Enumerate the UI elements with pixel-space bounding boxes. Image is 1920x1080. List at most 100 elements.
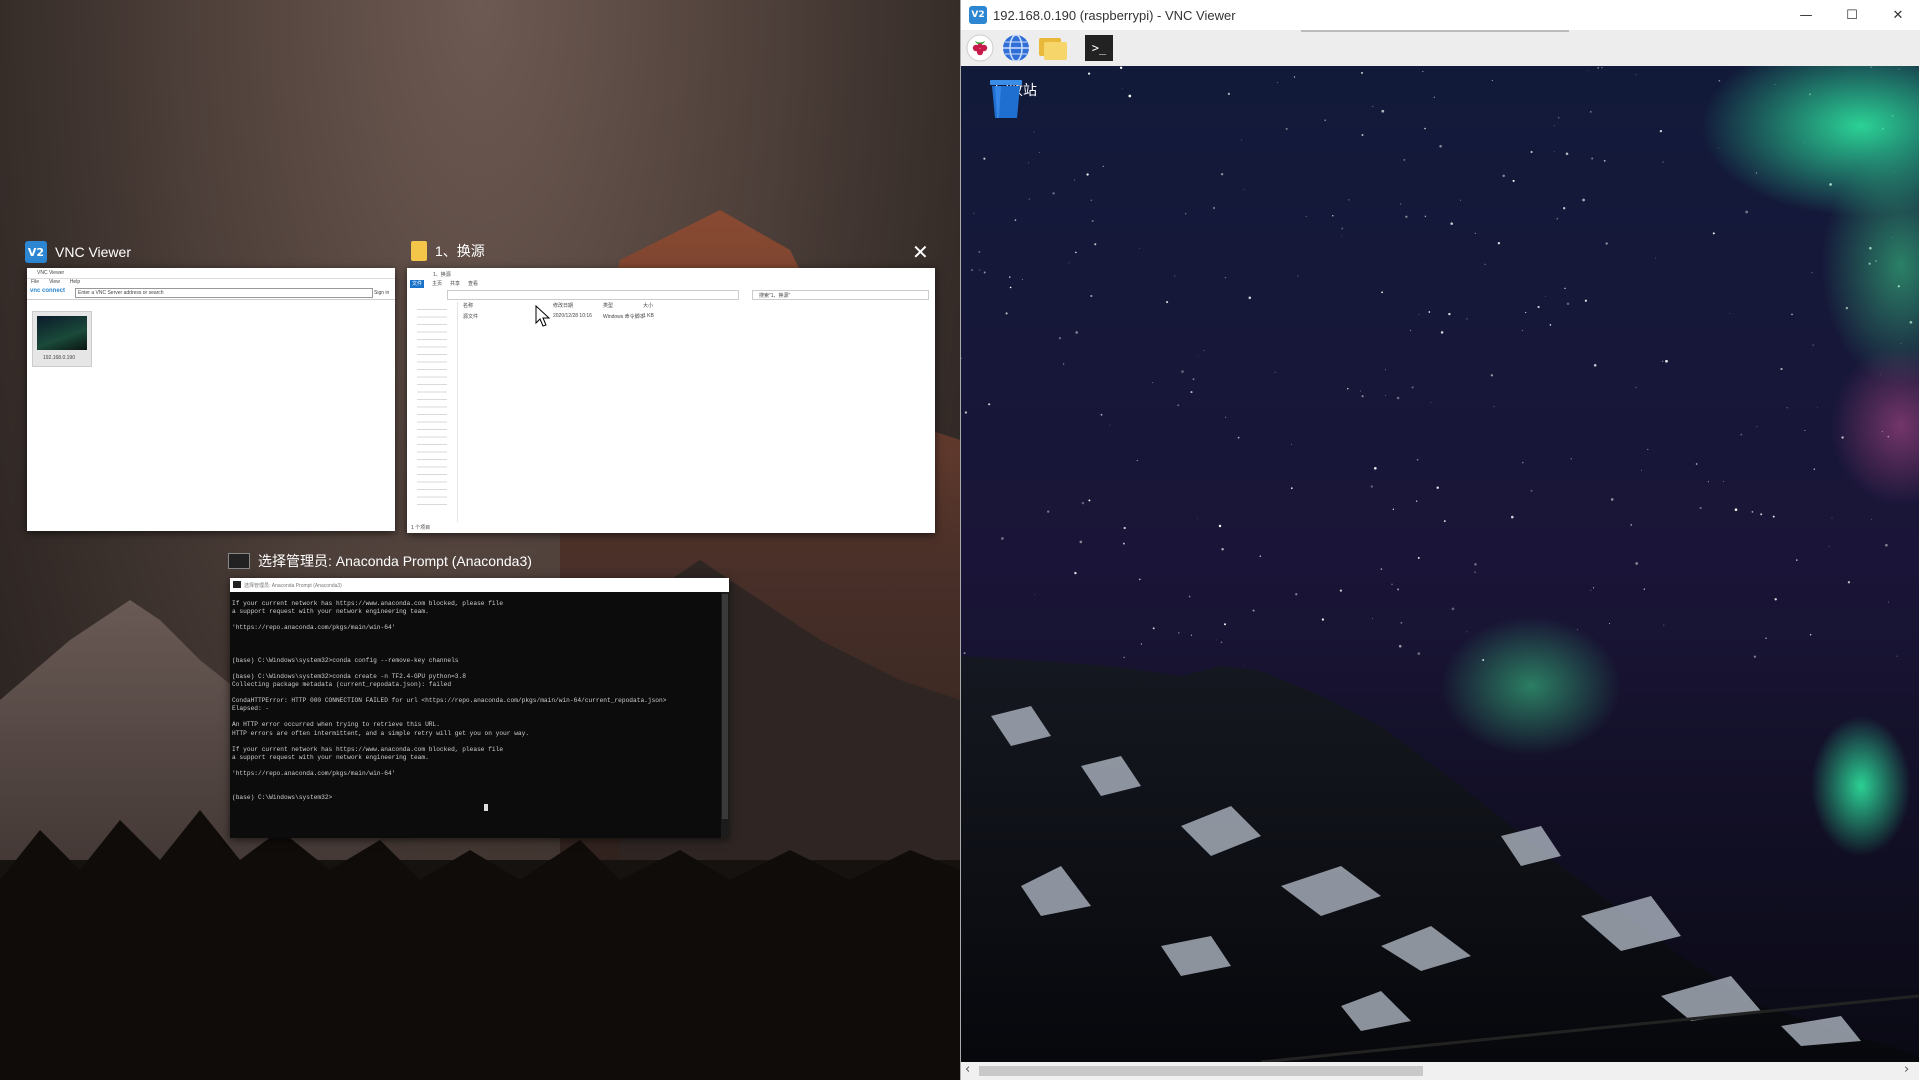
search-placeholder: Enter a VNC Server address or search <box>78 290 164 296</box>
sign-in-button: Sign in <box>374 290 390 296</box>
navigation-pane <box>407 302 458 522</box>
vnc-search-input: Enter a VNC Server address or search <box>75 288 373 298</box>
terminal-line: Elapsed: - <box>232 705 270 713</box>
file-date: 2020/12/28 10:16 <box>553 313 592 319</box>
terminal-icon[interactable]: >_ <box>1085 35 1113 61</box>
folder-icon <box>411 241 427 261</box>
desktop-item-trash[interactable]: 回收站 <box>987 78 1045 118</box>
tab-file: 文件 <box>410 280 425 288</box>
mouse-cursor-icon <box>535 305 551 327</box>
mini-titlebar: 1、换源 <box>407 268 935 280</box>
file-type: Windows 命令脚本 <box>603 314 645 320</box>
snap-title-vnc-viewer[interactable]: V2 VNC Viewer <box>25 241 131 263</box>
close-button[interactable]: ✕ <box>1875 0 1920 30</box>
divider <box>27 299 395 300</box>
search-box: 搜索"1、换源" <box>752 290 929 300</box>
horizontal-scrollbar[interactable]: ‹ › <box>961 1062 1919 1080</box>
minimize-button[interactable]: — <box>1783 0 1829 30</box>
vnc-viewer-window[interactable]: V2 192.168.0.190 (raspberrypi) - VNC Vie… <box>960 0 1920 1080</box>
connection-preview <box>37 316 87 350</box>
mini-title: 选择管理员: Anaconda Prompt (Anaconda3) <box>244 583 342 589</box>
web-browser-icon[interactable] <box>1001 33 1031 63</box>
vnc-viewer-app-icon: V2 <box>969 6 987 24</box>
mini-titlebar: VNC Viewer <box>27 268 395 279</box>
file-manager-icon[interactable] <box>1037 34 1069 62</box>
ribbon-tabs: 文件 主页 共享 查看 <box>407 280 935 288</box>
terminal-line: 'https://repo.anaconda.com/pkgs/main/win… <box>232 624 396 632</box>
scroll-left-arrow[interactable]: ‹ <box>965 1062 970 1077</box>
terminal-line: If your current network has https://www.… <box>232 600 504 607</box>
snap-title-explorer[interactable]: 1、换源 <box>411 241 485 261</box>
column-headers: 名称 修改日期 类型 大小 <box>463 302 923 310</box>
tab-share: 共享 <box>450 281 461 287</box>
command-prompt-icon <box>228 553 250 569</box>
vnc-connect-logo: vnc connect <box>30 288 66 294</box>
col-type: 类型 <box>603 303 614 309</box>
tab-home: 主页 <box>432 281 443 287</box>
terminal-line: Collecting package metadata (current_rep… <box>232 680 452 688</box>
explorer-thumbnail[interactable]: 1、换源 文件 主页 共享 查看 搜索"1、换源" 名称 修改日期 类型 大小 … <box>407 268 935 533</box>
vnc-viewer-thumbnail[interactable]: VNC Viewer File View Help vnc connect En… <box>27 268 395 531</box>
col-date: 修改日期 <box>553 303 574 309</box>
terminal-line: If your current network has https://www.… <box>232 745 504 753</box>
terminal-scrollbar <box>721 592 729 838</box>
anaconda-prompt-thumbnail[interactable]: 选择管理员: Anaconda Prompt (Anaconda3) If yo… <box>230 578 729 838</box>
address-bar <box>447 290 739 300</box>
terminal-line: (base) C:\Windows\system32>conda create … <box>232 672 466 680</box>
vnc-viewer-app-icon: V2 <box>25 241 47 263</box>
raspberry-pi-taskbar: >_ <box>961 30 1920 66</box>
status-bar: 1 个项目 <box>411 525 431 531</box>
file-size: 1 KB <box>643 313 654 319</box>
search-placeholder: 搜索"1、换源" <box>759 293 791 299</box>
connection-tile: 192.168.0.190 <box>32 311 92 367</box>
trash-icon <box>990 80 1022 118</box>
connection-label: 192.168.0.190 <box>43 355 75 361</box>
snap-title-anaconda[interactable]: 选择管理员: Anaconda Prompt (Anaconda3) <box>228 551 532 571</box>
terminal-line: a support request with your network engi… <box>232 608 429 616</box>
mini-title: VNC Viewer <box>37 270 65 276</box>
aurora-wallpaper <box>961 66 1919 1062</box>
vnc-toolbar-handle[interactable] <box>1301 30 1569 32</box>
col-size: 大小 <box>643 303 654 309</box>
cmd-mini-icon <box>233 581 241 588</box>
file-row: 源文件 2020/12/28 10:16 Windows 命令脚本 1 KB <box>463 313 923 321</box>
mini-menubar: File View Help <box>27 279 395 286</box>
snap-title-label: VNC Viewer <box>55 244 131 260</box>
window-title: 192.168.0.190 (raspberrypi) - VNC Viewer <box>993 7 1236 23</box>
vnc-titlebar[interactable]: V2 192.168.0.190 (raspberrypi) - VNC Vie… <box>961 0 1920 30</box>
terminal-output: If your current network has https://www.… <box>230 600 720 838</box>
scroll-thumb[interactable] <box>979 1066 1423 1076</box>
menu-file: File <box>31 279 40 285</box>
menu-view: View <box>49 279 60 285</box>
windows-desktop-snap-area: V2 VNC Viewer VNC Viewer File View Help … <box>0 0 960 1080</box>
menu-help: Help <box>69 279 81 285</box>
tab-view: 查看 <box>468 281 479 287</box>
terminal-line: (base) C:\Windows\system32> <box>232 794 333 802</box>
terminal-line: CondaHTTPError: HTTP 000 CONNECTION FAIL… <box>232 697 667 705</box>
maximize-button[interactable]: ☐ <box>1829 0 1875 30</box>
raspberry-pi-desktop[interactable]: 回收站 <box>961 66 1919 1062</box>
terminal-line: (base) C:\Windows\system32>conda config … <box>232 656 459 664</box>
terminal-cursor <box>484 804 488 811</box>
raspberry-menu-icon[interactable] <box>965 33 995 63</box>
snap-title-label: 选择管理员: Anaconda Prompt (Anaconda3) <box>258 553 532 569</box>
terminal-line: HTTP errors are often intermittent, and … <box>232 729 530 737</box>
terminal-line: An HTTP error occurred when trying to re… <box>232 721 440 729</box>
scroll-right-arrow[interactable]: › <box>1904 1062 1909 1077</box>
close-icon[interactable]: ✕ <box>912 242 929 262</box>
mountain-wallpaper <box>0 210 960 1080</box>
terminal-line: 'https://repo.anaconda.com/pkgs/main/win… <box>232 769 396 777</box>
nav-tree <box>417 306 447 506</box>
terminal-line: a support request with your network engi… <box>232 753 429 761</box>
mini-titlebar: 选择管理员: Anaconda Prompt (Anaconda3) <box>230 578 729 592</box>
